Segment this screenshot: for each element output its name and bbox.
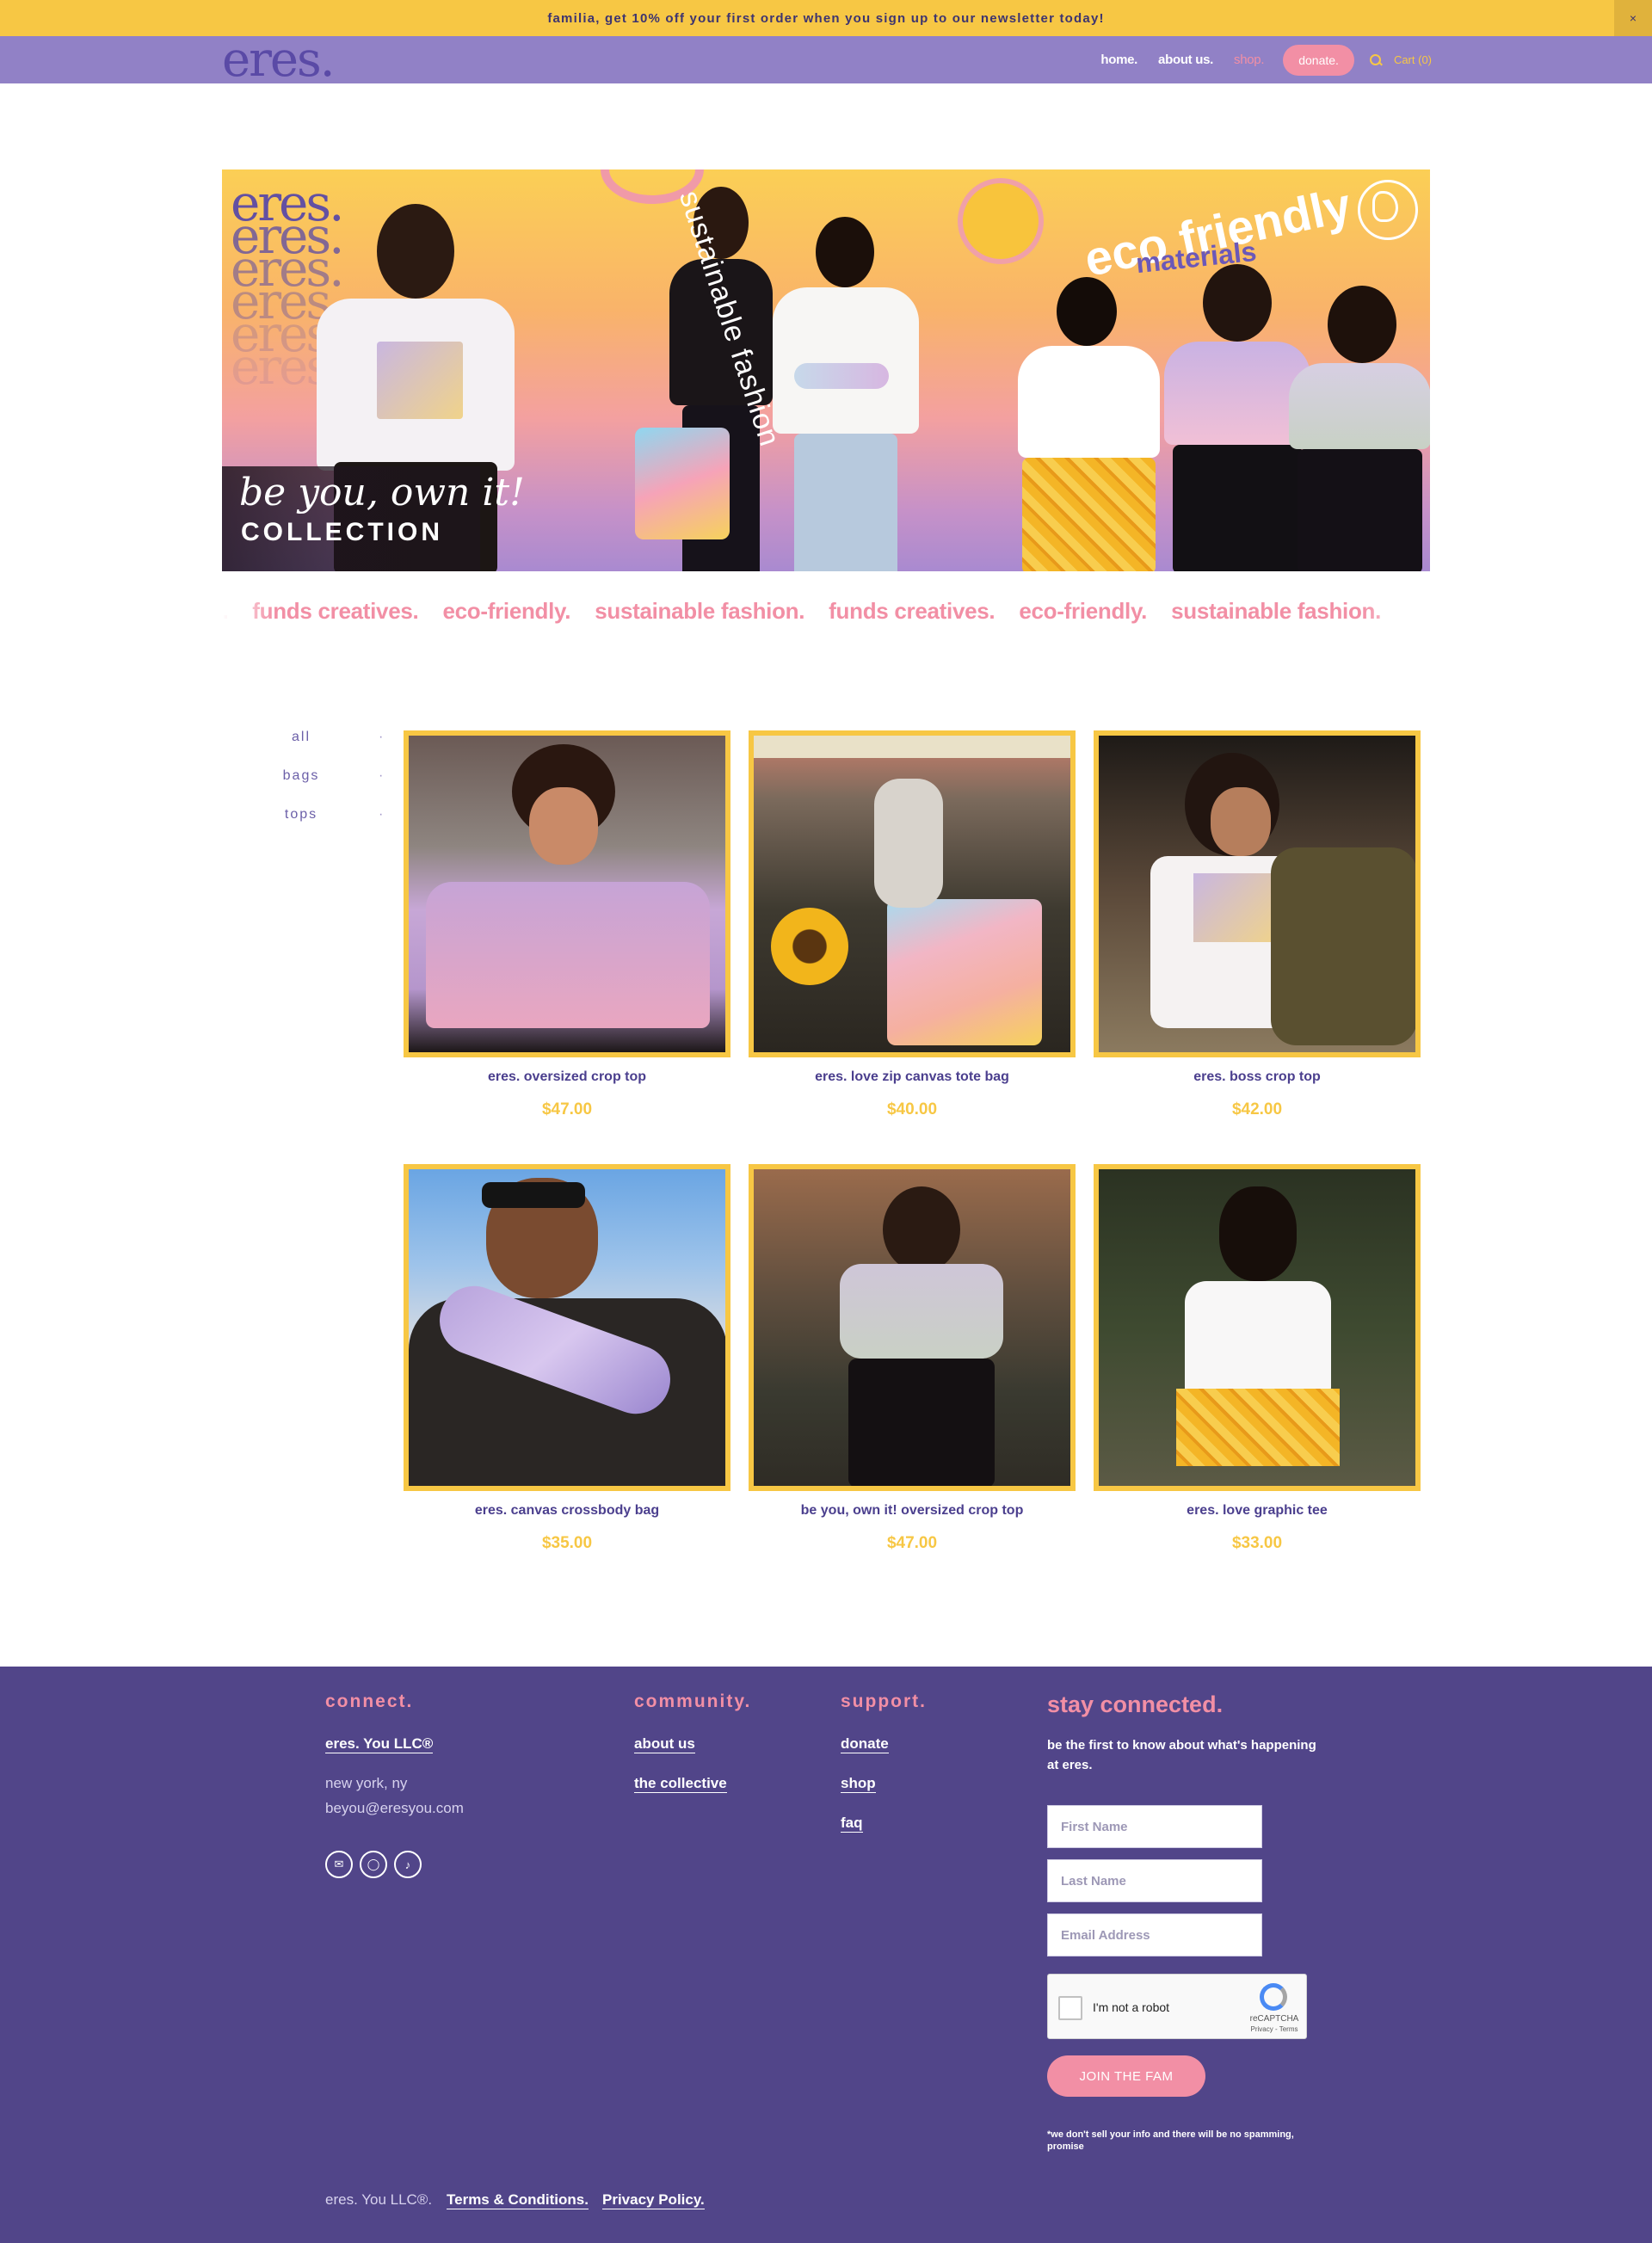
footer-location: new york, ny	[325, 1775, 408, 1791]
newsletter-disclaimer: *we don't sell your info and there will …	[1047, 2129, 1294, 2152]
newsletter-heading: stay connected.	[1047, 1691, 1224, 1717]
marquee-fade	[1361, 598, 1430, 632]
product-image[interactable]	[1094, 730, 1421, 1057]
product-title[interactable]: eres. love graphic tee	[1094, 1503, 1421, 1519]
filter-dot: ·	[379, 730, 385, 744]
product-image[interactable]	[749, 730, 1076, 1057]
search-icon[interactable]	[1369, 53, 1382, 66]
terms-link[interactable]: Terms & Conditions.	[447, 2191, 589, 2209]
product-title[interactable]: eres. boss crop top	[1094, 1069, 1421, 1085]
copyright-text: eres. You LLC®.	[325, 2191, 433, 2208]
product-card[interactable]: eres. oversized crop top $47.00	[404, 730, 730, 1119]
logo[interactable]: eres.	[222, 35, 336, 83]
collection-title: COLLECTION	[241, 518, 443, 546]
product-title[interactable]: be you, own it! oversized crop top	[749, 1503, 1076, 1519]
footer-community-heading: community.	[634, 1691, 752, 1711]
announcement-bar: familia, get 10% off your first order wh…	[0, 0, 1652, 36]
join-button[interactable]: JOIN THE FAM	[1047, 2055, 1205, 2097]
footer-link-shop[interactable]: shop	[841, 1774, 876, 1794]
close-announcement-button[interactable]: ×	[1614, 0, 1652, 36]
product-image[interactable]	[1094, 1164, 1421, 1491]
footer-email: beyou@eresyou.com	[325, 1800, 464, 1816]
newsletter-subtext: be the first to know about what's happen…	[1047, 1738, 1316, 1772]
nav-shop[interactable]: shop.	[1234, 52, 1265, 67]
filter-bags[interactable]: bags ·	[258, 768, 387, 807]
recaptcha-checkbox[interactable]	[1058, 1996, 1082, 2020]
product-price: $33.00	[1231, 1534, 1283, 1552]
collection-script: be you, own it!	[239, 471, 525, 515]
marquee-item: funds creatives.	[252, 598, 419, 624]
product-card[interactable]: eres. canvas crossbody bag $35.00	[404, 1164, 730, 1553]
product-price: $42.00	[1231, 1100, 1283, 1118]
cart-link[interactable]: Cart (0)	[1394, 53, 1432, 66]
filter-tops[interactable]: tops ·	[258, 807, 387, 846]
recaptcha-label: I'm not a robot	[1093, 2000, 1170, 2014]
first-name-field[interactable]	[1047, 1805, 1262, 1848]
recaptcha-widget: I'm not a robot reCAPTCHA Privacy - Term…	[1047, 1974, 1307, 2039]
nav-home[interactable]: home.	[1100, 52, 1137, 67]
footer-link-about[interactable]: about us	[634, 1735, 695, 1754]
main-nav: home. about us. shop. donate. Cart (0)	[1080, 36, 1432, 83]
product-price: $35.00	[541, 1534, 593, 1552]
marquee-item: sustainable fashion.	[1171, 598, 1382, 624]
product-card[interactable]: eres. boss crop top $42.00	[1094, 730, 1421, 1119]
filter-label: bags	[282, 768, 320, 783]
product-title[interactable]: eres. love zip canvas tote bag	[749, 1069, 1076, 1085]
footer-link-donate[interactable]: donate	[841, 1735, 889, 1754]
product-price: $47.00	[541, 1100, 593, 1118]
recaptcha-terms[interactable]: Privacy - Terms	[1246, 2025, 1303, 2033]
filter-all[interactable]: all ·	[258, 730, 387, 768]
footer-support-heading: support.	[841, 1691, 927, 1711]
product-card[interactable]: be you, own it! oversized crop top $47.0…	[749, 1164, 1076, 1553]
nav-about[interactable]: about us.	[1158, 52, 1213, 67]
close-icon: ×	[1629, 11, 1637, 25]
recaptcha-icon	[1260, 1983, 1287, 2011]
last-name-field[interactable]	[1047, 1859, 1262, 1902]
tiktok-icon[interactable]: ♪	[394, 1851, 422, 1878]
marquee-item: eco-friendly.	[1019, 598, 1148, 624]
product-price: $47.00	[886, 1534, 938, 1552]
email-icon[interactable]: ✉	[325, 1851, 353, 1878]
product-card[interactable]: eres. love graphic tee $33.00	[1094, 1164, 1421, 1553]
privacy-link[interactable]: Privacy Policy.	[602, 2191, 705, 2209]
footer-link-collective[interactable]: the collective	[634, 1774, 727, 1794]
model-figure	[1289, 286, 1430, 571]
marquee-item: funds creatives.	[829, 598, 996, 624]
collection-filters: all · bags · tops ·	[258, 730, 387, 846]
product-card[interactable]: eres. love zip canvas tote bag $40.00	[749, 730, 1076, 1119]
email-field[interactable]	[1047, 1913, 1262, 1956]
model-figure	[1018, 277, 1160, 571]
footer-link-faq[interactable]: faq	[841, 1814, 863, 1833]
marquee-fade	[222, 598, 274, 632]
site-header: eres. home. about us. shop. donate. Cart…	[0, 35, 1652, 83]
product-title[interactable]: eres. canvas crossbody bag	[404, 1503, 730, 1519]
announcement-text: familia, get 10% off your first order wh…	[547, 10, 1105, 26]
product-image[interactable]	[404, 730, 730, 1057]
filter-dot: ·	[379, 807, 385, 822]
hero-banner[interactable]: eres. eres. eres. eres. eres. eres. sust…	[222, 169, 1430, 571]
filter-label: tops	[284, 807, 318, 822]
footer-connect-heading: connect.	[325, 1691, 414, 1711]
model-figure	[773, 217, 919, 571]
donate-button[interactable]: donate.	[1283, 44, 1354, 76]
product-image[interactable]	[404, 1164, 730, 1491]
filter-label: all	[291, 730, 311, 744]
footer-company-link[interactable]: eres. You LLC®	[325, 1735, 434, 1754]
values-marquee: fashion.funds creatives.eco-friendly.sus…	[222, 598, 1430, 632]
filter-dot: ·	[379, 768, 385, 783]
product-title[interactable]: eres. oversized crop top	[404, 1069, 730, 1085]
marquee-item: sustainable fashion.	[595, 598, 805, 624]
recaptcha-brand: reCAPTCHA	[1249, 2014, 1299, 2024]
globe-icon	[1358, 180, 1418, 240]
marquee-item: eco-friendly.	[442, 598, 571, 624]
site-footer	[0, 1667, 1652, 2243]
product-price: $40.00	[886, 1100, 938, 1118]
product-image[interactable]	[749, 1164, 1076, 1491]
sun-graphic	[958, 178, 1044, 264]
instagram-icon[interactable]: ◯	[360, 1851, 387, 1878]
